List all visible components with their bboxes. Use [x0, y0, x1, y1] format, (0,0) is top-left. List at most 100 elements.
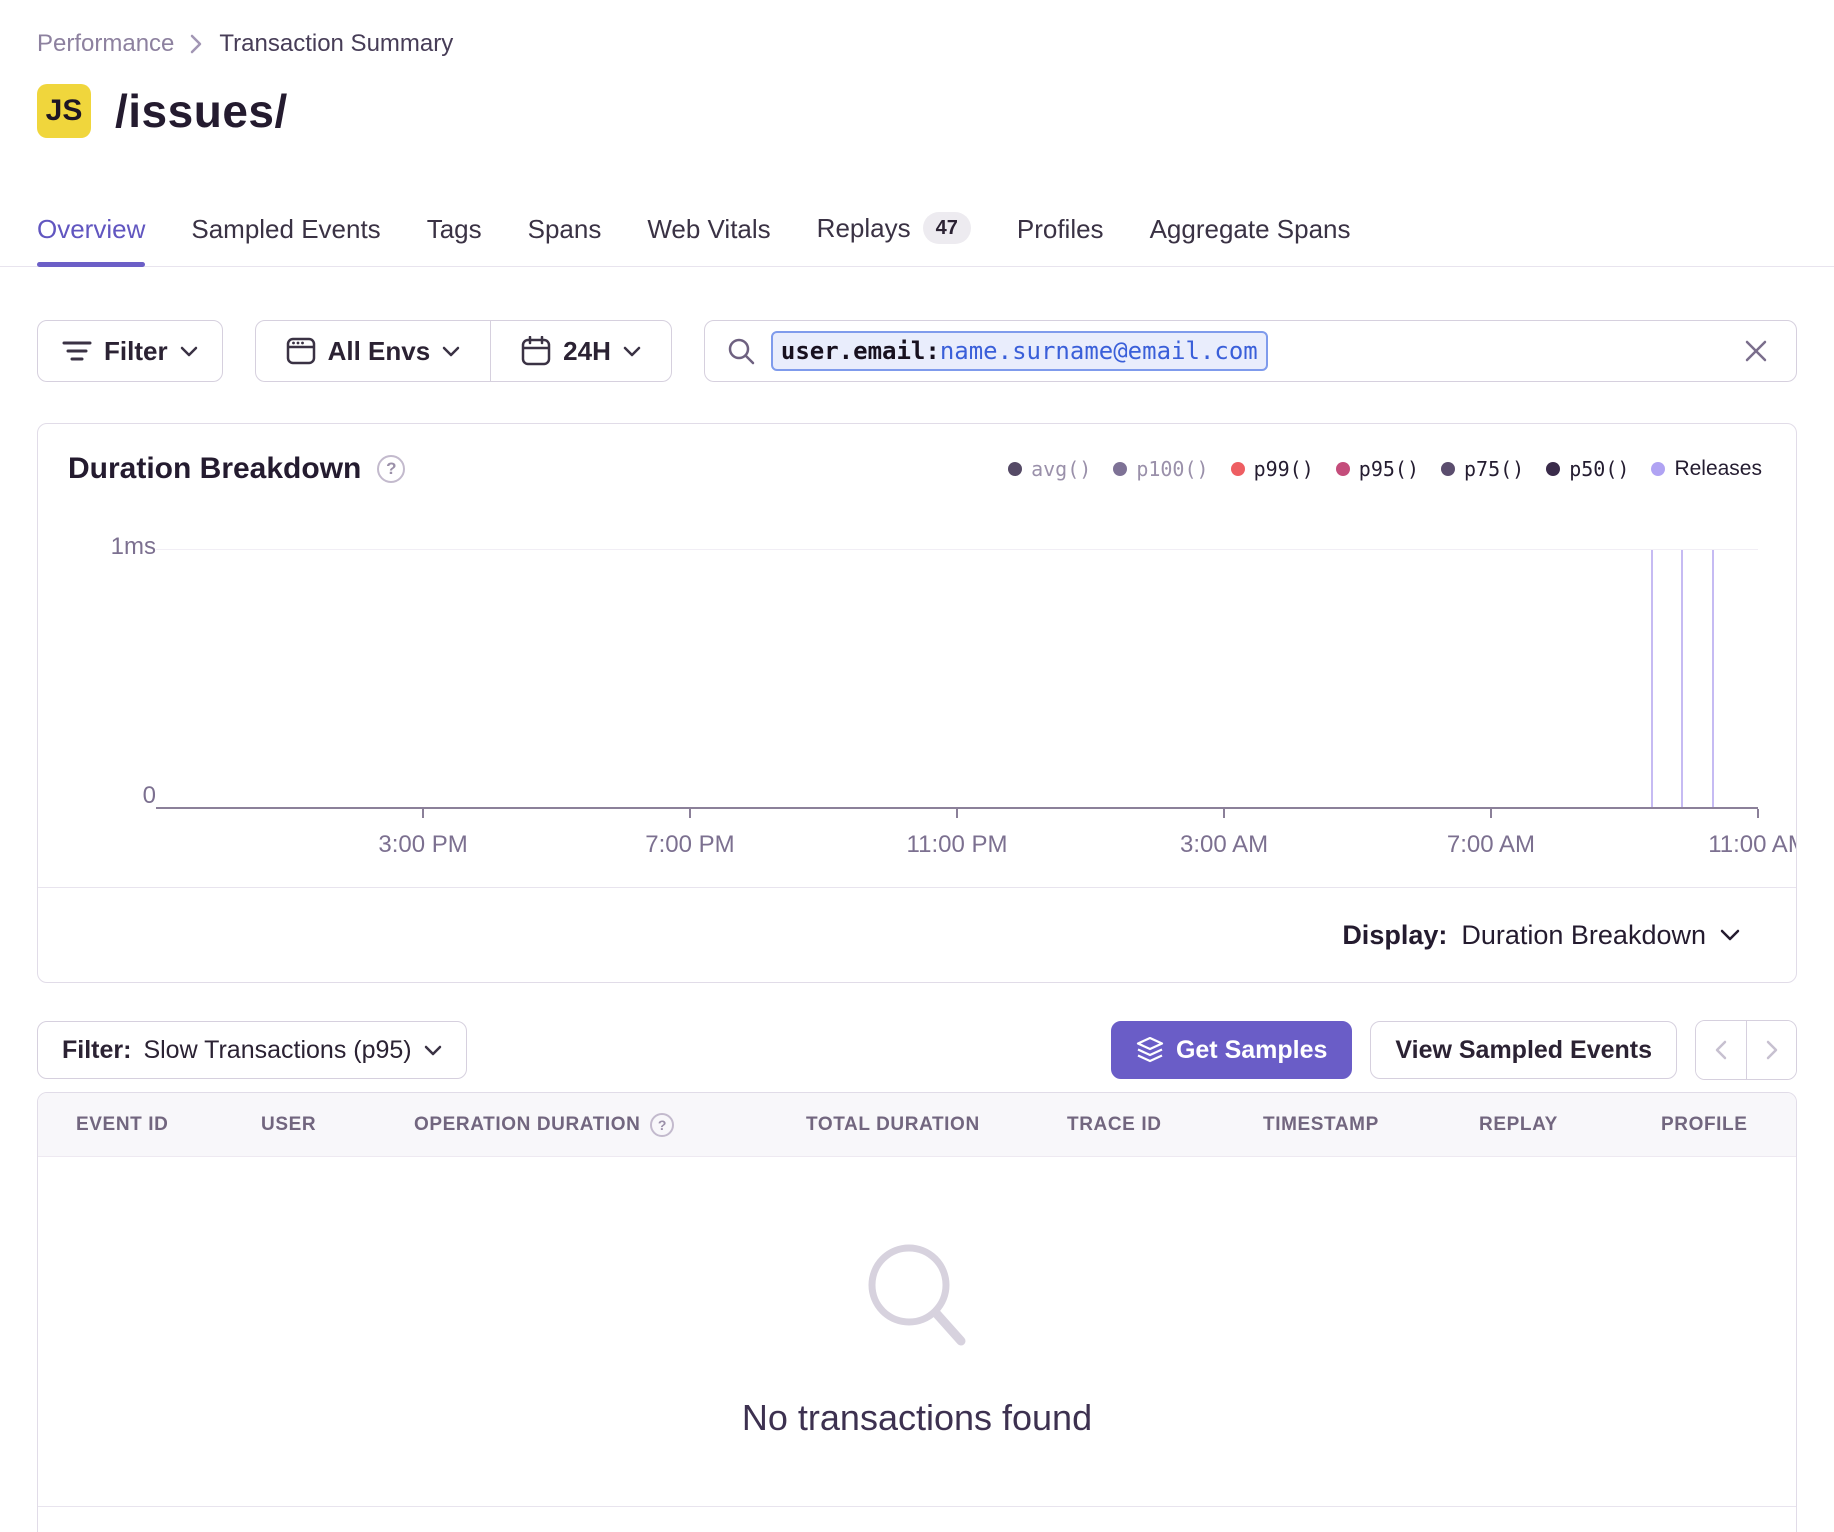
y-axis-label-top: 1ms: [46, 533, 156, 561]
breadcrumb: Performance Transaction Summary: [37, 0, 1797, 58]
pagination: [1695, 1020, 1797, 1080]
window-icon: [286, 337, 316, 365]
legend-label: p50(): [1569, 457, 1629, 481]
chart-help-icon[interactable]: ?: [377, 455, 405, 483]
x-axis-tick: [1223, 809, 1225, 818]
legend-dot: [1441, 462, 1455, 476]
x-axis-tick: [956, 809, 958, 818]
tab-label: Spans: [528, 214, 602, 244]
legend-dot: [1113, 462, 1127, 476]
search-filter-token[interactable]: user.email:name.surname@email.com: [771, 331, 1268, 371]
column-header-event-id: EVENT ID: [76, 1093, 168, 1157]
release-marker-line[interactable]: [1651, 550, 1653, 807]
transaction-summary-page: Performance Transaction Summary JS /issu…: [0, 0, 1834, 1532]
x-axis-tick-label: 11:00 PM: [907, 831, 1008, 859]
legend-label: p99(): [1254, 457, 1314, 481]
transaction-filter-value: Slow Transactions (p95): [143, 1036, 411, 1065]
tab-spans[interactable]: Spans: [528, 214, 602, 266]
tab-label: Sampled Events: [191, 214, 380, 244]
legend-dot: [1651, 462, 1665, 476]
transaction-filter-label: Filter:: [62, 1036, 131, 1065]
x-axis-tick-label: 7:00 AM: [1447, 831, 1535, 859]
env-time-selector-group: All Envs 24H: [255, 320, 672, 382]
column-header-total-duration: TOTAL DURATION: [806, 1093, 980, 1157]
chevron-down-icon: [623, 346, 641, 357]
chevron-down-icon: [442, 346, 460, 357]
legend-label: p95(): [1359, 457, 1419, 481]
x-axis-tick: [1490, 809, 1492, 818]
tab-web-vitals[interactable]: Web Vitals: [647, 214, 770, 266]
x-axis-tick-label: 3:00 AM: [1180, 831, 1268, 859]
breadcrumb-chevron-right-icon: [190, 33, 203, 55]
legend-item-p100[interactable]: p100(): [1113, 457, 1208, 481]
legend-dot: [1546, 462, 1560, 476]
chart-legend: avg() p100() p99() p95() p75() p50() Rel…: [1008, 457, 1762, 481]
gridline: [156, 549, 1758, 550]
environment-selector[interactable]: All Envs: [256, 321, 491, 381]
chevron-right-icon: [1765, 1040, 1779, 1060]
table-empty-state: No transactions found: [38, 1157, 1796, 1507]
chart-plot-area[interactable]: 3:00 PM 7:00 PM 11:00 PM 3:00 AM 7:00 AM…: [156, 549, 1758, 809]
javascript-platform-badge: JS: [37, 84, 91, 138]
breadcrumb-performance-link[interactable]: Performance: [37, 30, 174, 58]
release-marker-line[interactable]: [1712, 550, 1714, 807]
x-axis-tick-label: 11:00 AM: [1708, 831, 1797, 859]
transaction-filter-dropdown[interactable]: Filter: Slow Transactions (p95): [37, 1021, 467, 1079]
tab-replays[interactable]: Replays 47: [817, 212, 971, 266]
close-icon: [1744, 339, 1768, 363]
legend-dot: [1008, 462, 1022, 476]
title-row: JS /issues/: [37, 84, 1797, 138]
filter-button[interactable]: Filter: [37, 320, 223, 382]
chart-title: Duration Breakdown: [68, 452, 361, 486]
transactions-table: EVENT ID USER OPERATION DURATION ? TOTAL…: [37, 1092, 1797, 1532]
filter-button-label: Filter: [104, 336, 168, 367]
search-bar[interactable]: user.email:name.surname@email.com: [704, 320, 1797, 382]
search-icon: [727, 337, 755, 365]
legend-item-p50[interactable]: p50(): [1546, 457, 1629, 481]
display-label: Display:: [1342, 920, 1447, 951]
empty-state-search-icon: [857, 1237, 977, 1357]
legend-label: avg(): [1031, 457, 1091, 481]
chevron-down-icon: [180, 346, 198, 357]
tab-label: Profiles: [1017, 214, 1104, 244]
chevron-down-icon: [1720, 929, 1740, 941]
next-page-button[interactable]: [1746, 1021, 1796, 1079]
chart-header: Duration Breakdown ? avg() p100() p99() …: [38, 424, 1796, 486]
column-help-icon[interactable]: ?: [650, 1113, 674, 1137]
chevron-down-icon: [424, 1045, 442, 1056]
display-mode-dropdown[interactable]: Display: Duration Breakdown: [38, 888, 1796, 982]
tab-label: Tags: [427, 214, 482, 244]
tab-aggregate-spans[interactable]: Aggregate Spans: [1150, 214, 1351, 266]
tab-sampled-events[interactable]: Sampled Events: [191, 214, 380, 266]
column-header-trace-id: TRACE ID: [1067, 1093, 1162, 1157]
legend-item-releases[interactable]: Releases: [1651, 457, 1762, 481]
tab-label: Web Vitals: [647, 214, 770, 244]
tab-bar: Overview Sampled Events Tags Spans Web V…: [0, 212, 1834, 267]
date-range-selector[interactable]: 24H: [491, 321, 671, 381]
column-header-operation-duration: OPERATION DURATION ?: [414, 1093, 674, 1157]
release-marker-line[interactable]: [1681, 550, 1683, 807]
legend-item-p75[interactable]: p75(): [1441, 457, 1524, 481]
tab-label: Aggregate Spans: [1150, 214, 1351, 244]
tab-overview[interactable]: Overview: [37, 214, 145, 266]
tab-profiles[interactable]: Profiles: [1017, 214, 1104, 266]
token-value: name.surname@email.com: [940, 337, 1258, 365]
column-header-profile: PROFILE: [1661, 1093, 1748, 1157]
clear-search-button[interactable]: [1738, 333, 1774, 369]
legend-item-p95[interactable]: p95(): [1336, 457, 1419, 481]
legend-item-p99[interactable]: p99(): [1231, 457, 1314, 481]
breadcrumb-current: Transaction Summary: [219, 30, 453, 58]
stack-icon: [1136, 1037, 1164, 1063]
legend-label: p75(): [1464, 457, 1524, 481]
replays-count-badge: 47: [923, 212, 971, 244]
view-sampled-events-label: View Sampled Events: [1395, 1036, 1652, 1065]
previous-page-button[interactable]: [1696, 1021, 1746, 1079]
column-header-timestamp: TIMESTAMP: [1263, 1093, 1379, 1157]
view-sampled-events-button[interactable]: View Sampled Events: [1370, 1021, 1677, 1079]
tab-tags[interactable]: Tags: [427, 214, 482, 266]
get-samples-button[interactable]: Get Samples: [1111, 1021, 1352, 1079]
legend-item-avg[interactable]: avg(): [1008, 457, 1091, 481]
chevron-left-icon: [1714, 1040, 1728, 1060]
x-axis-tick-label: 3:00 PM: [378, 831, 467, 859]
empty-state-message: No transactions found: [742, 1397, 1092, 1439]
